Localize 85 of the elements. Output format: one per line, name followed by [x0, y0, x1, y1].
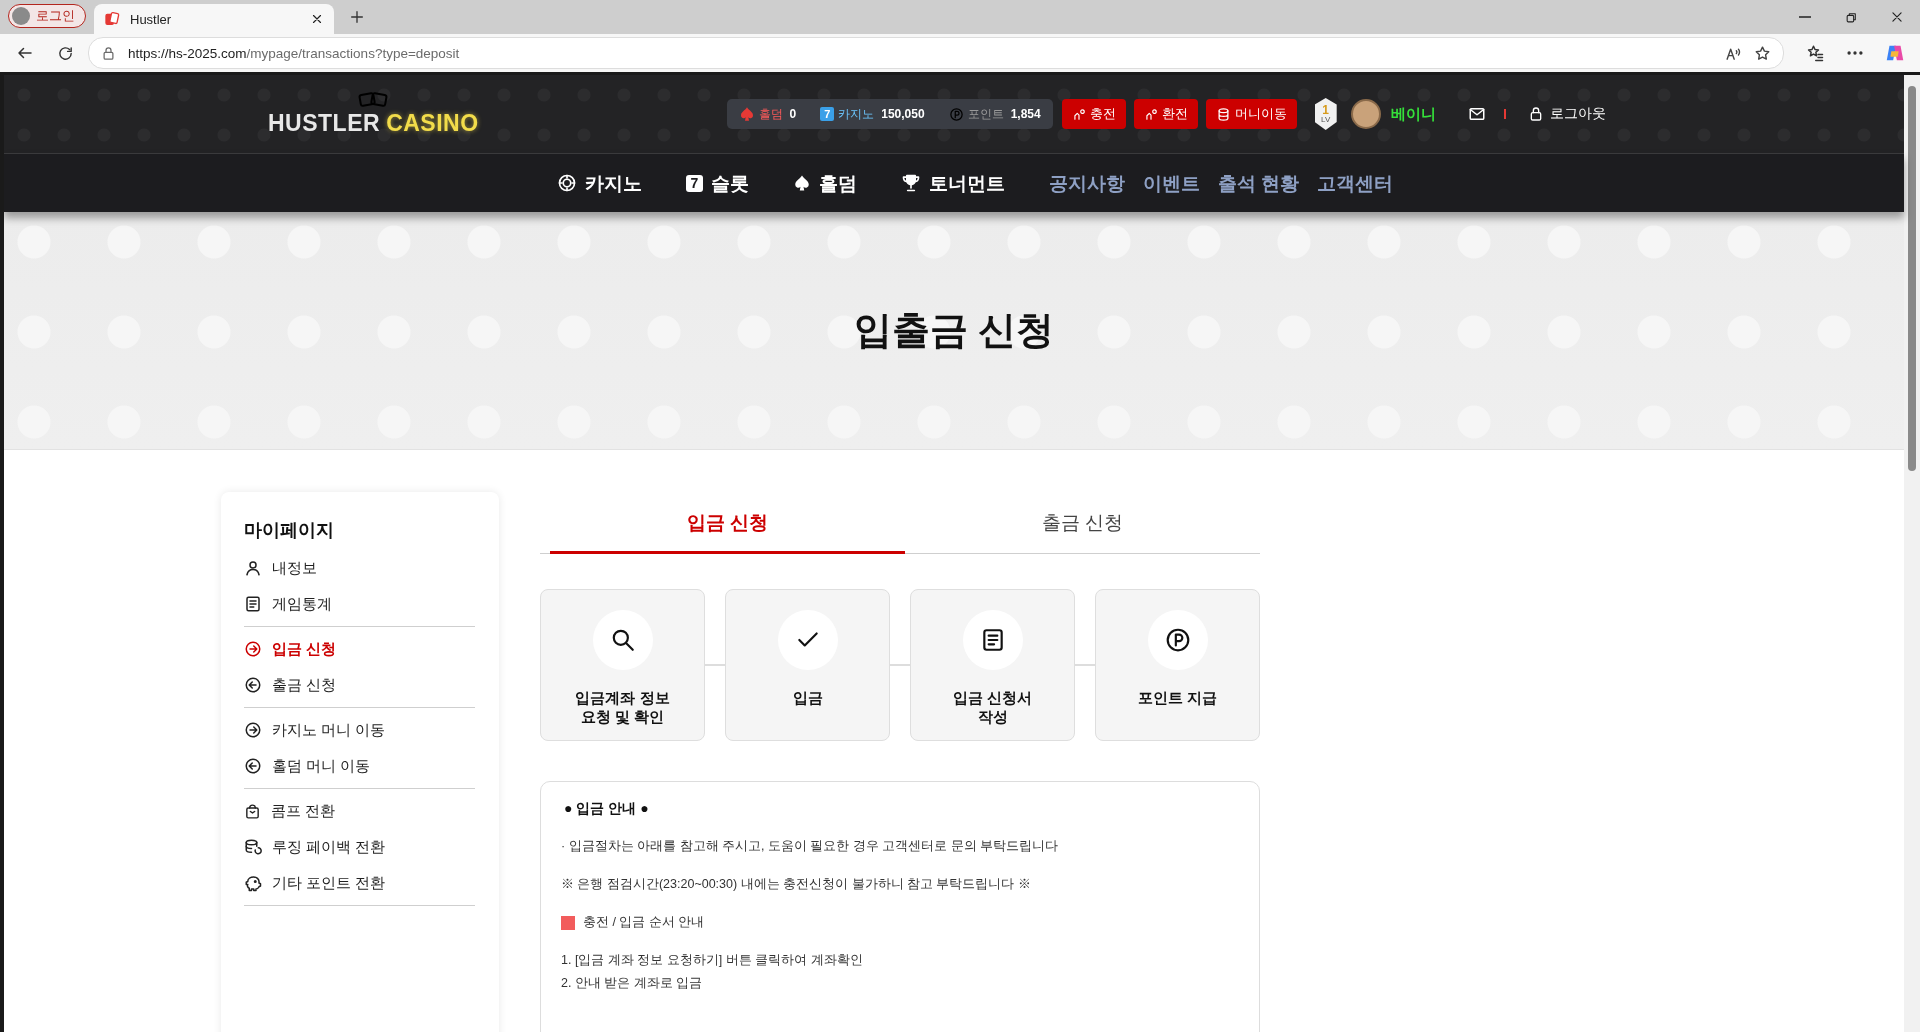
- arrow-circle-icon: [244, 757, 262, 775]
- nav-link[interactable]: 토너먼트: [900, 170, 1005, 196]
- square-marker-icon: [561, 915, 575, 930]
- bag-icon: [244, 802, 261, 820]
- nav-link[interactable]: 카지노: [556, 170, 642, 196]
- sidebar-title: 마이페이지: [244, 519, 335, 542]
- level-badge: 1 LV: [1314, 98, 1337, 130]
- close-icon: [1890, 10, 1904, 24]
- balance-value: 150,050: [881, 107, 925, 121]
- mail-icon: [1467, 105, 1486, 123]
- arrow-circle-icon: [244, 676, 262, 694]
- coin-stack-icon: [1215, 106, 1231, 122]
- reload-icon: [56, 44, 74, 62]
- sidebar-item[interactable]: 내정보: [244, 550, 475, 586]
- username[interactable]: 베이니: [1390, 104, 1436, 124]
- balance-label: 카지노: [838, 105, 875, 123]
- step-label: 입금계좌 정보 요청 및 확인: [575, 689, 670, 727]
- sidebar-item[interactable]: 게임통계: [244, 586, 475, 622]
- star-icon: [1754, 44, 1771, 62]
- casino-logo[interactable]: HUSTLER CASINO: [268, 90, 479, 138]
- notice-heading: 충전 / 입금 순서 안내: [583, 914, 705, 931]
- slot-seven-icon: 7: [685, 174, 703, 192]
- piggy-bank-icon: [244, 874, 262, 892]
- close-icon: [310, 12, 324, 26]
- notice-step: 2. 안내 받은 계좌로 입금: [561, 975, 1239, 992]
- step-label: 포인트 지급: [1138, 689, 1217, 708]
- more-icon: [1847, 51, 1863, 55]
- nav-link[interactable]: 7 슬롯: [685, 170, 749, 196]
- deposit-button[interactable]: 충전: [1061, 99, 1126, 129]
- plus-icon: [349, 9, 365, 25]
- sidebar-item[interactable]: 기타 포인트 전환: [244, 865, 475, 901]
- address-bar[interactable]: https://hs-2025.com/mypage/transactions?type=deposit: [88, 37, 1784, 69]
- sidebar-item[interactable]: 입금 신청: [244, 631, 475, 667]
- browser-tab[interactable]: Hustler: [94, 4, 334, 34]
- tab[interactable]: 입금 신청: [550, 499, 905, 554]
- step-label: 입금 신청서 작성: [953, 689, 1032, 727]
- logout-button[interactable]: 로그아웃: [1527, 105, 1606, 123]
- scrollbar-thumb[interactable]: [1908, 86, 1916, 471]
- scrollbar[interactable]: [1904, 75, 1920, 1032]
- slot-seven-icon: 7: [820, 107, 835, 121]
- notice-title: ● 입금 안내 ●: [564, 800, 650, 818]
- point-coin-icon: [948, 106, 964, 122]
- sidebar-item[interactable]: 홀덤 머니 이동: [244, 748, 475, 784]
- notice-text: ※ 은행 점검시간(23:20~00:30) 내에는 충전신청이 불가하니 참고 부탁드립니다 ※: [561, 876, 1032, 893]
- arrow-circle-icon: [244, 721, 262, 739]
- withdraw-button[interactable]: 환전: [1133, 99, 1198, 129]
- coins-icon: [244, 838, 262, 856]
- nav-link[interactable]: 출석 현황: [1217, 170, 1300, 196]
- document-icon: [244, 595, 262, 613]
- lock-icon: [101, 45, 116, 61]
- transfer-button[interactable]: 머니이동: [1205, 99, 1297, 129]
- page-title: 입출금 신청: [853, 308, 1055, 353]
- sidebar-item[interactable]: 루징 페이백 전환: [244, 829, 475, 865]
- notice-step: 1. [입금 계좌 정보 요청하기] 버튼 클릭하여 계좌확인: [561, 952, 1239, 969]
- point-coin-icon: [1164, 627, 1191, 653]
- spade-icon: [738, 106, 755, 122]
- step-label: 입금: [792, 689, 823, 708]
- nav-link[interactable]: 이벤트: [1142, 170, 1200, 196]
- tab[interactable]: 출금 신청: [905, 499, 1260, 554]
- avatar-icon[interactable]: [1350, 99, 1381, 129]
- balance-value: 0: [789, 107, 797, 121]
- avatar-icon: [12, 7, 30, 25]
- favorites-list-icon: [1806, 44, 1824, 62]
- nav-link[interactable]: 홀덤: [792, 170, 857, 196]
- mail-button[interactable]: [1467, 105, 1486, 123]
- sidebar-item[interactable]: 카지노 머니 이동: [244, 712, 475, 748]
- favorite-star-icon[interactable]: [1754, 44, 1771, 62]
- restore-icon: [1844, 10, 1858, 24]
- profile-button[interactable]: 로그인: [8, 4, 86, 28]
- person-icon: [244, 559, 262, 577]
- balance-value: 1,854: [1010, 107, 1041, 121]
- cards-icon: [104, 11, 120, 27]
- sidebar-item[interactable]: 출금 신청: [244, 667, 475, 703]
- spade-icon: [792, 174, 811, 192]
- poker-chip-icon: [556, 173, 577, 193]
- nav-link[interactable]: 공지사항: [1048, 170, 1125, 196]
- balance-label: 포인트: [967, 105, 1004, 123]
- close-tab-icon[interactable]: [310, 12, 324, 26]
- arrow-circle-icon: [244, 640, 262, 658]
- balance-label: 홀덤: [758, 105, 783, 123]
- minimize-icon: [1799, 16, 1811, 18]
- sidebar-item[interactable]: 콤프 전환: [244, 793, 475, 829]
- notice-text: · 입금절차는 아래를 참고해 주시고, 도움이 필요한 경우 고객센터로 문의 부탁드립니다: [561, 838, 1060, 855]
- nav-link[interactable]: 고객센터: [1317, 170, 1394, 196]
- trophy-icon: [900, 173, 921, 193]
